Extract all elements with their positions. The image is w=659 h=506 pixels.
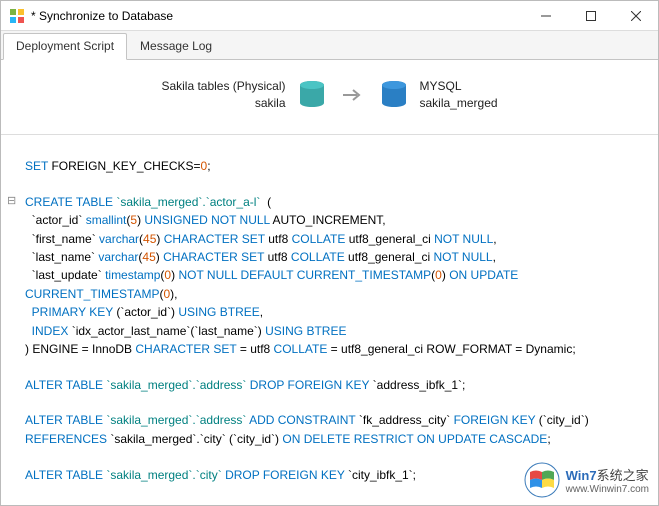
source-schema: sakila (161, 95, 285, 112)
fold-icon[interactable]: ⊟ (7, 194, 16, 210)
target-schema: sakila_merged (420, 95, 498, 112)
close-button[interactable] (613, 1, 658, 30)
sync-diagram: Sakila tables (Physical) sakila MYSQL sa… (1, 60, 658, 134)
watermark-text: Win7系统之家 www.Winwin7.com (566, 465, 649, 495)
maximize-button[interactable] (568, 1, 613, 30)
titlebar: * Synchronize to Database (1, 1, 658, 31)
tab-message-log[interactable]: Message Log (127, 33, 225, 59)
watermark-brand2: 系统之家 (597, 468, 649, 483)
tab-deployment-script[interactable]: Deployment Script (3, 33, 127, 60)
target-name: MYSQL (420, 78, 498, 95)
target-db-label: MYSQL sakila_merged (420, 78, 498, 112)
tab-bar: Deployment Script Message Log (1, 31, 658, 60)
app-icon (9, 8, 25, 24)
window-title: * Synchronize to Database (31, 9, 523, 23)
sql-editor[interactable]: SET FOREIGN_KEY_CHECKS=0; ⊟CREATE TABLE … (1, 135, 658, 483)
watermark-url: www.Winwin7.com (566, 484, 649, 495)
arrow-right-icon (342, 87, 364, 103)
tab-label: Deployment Script (16, 39, 114, 53)
target-db-block: MYSQL sakila_merged (380, 78, 498, 112)
source-db-label: Sakila tables (Physical) sakila (161, 78, 285, 112)
minimize-button[interactable] (523, 1, 568, 30)
watermark: Win7系统之家 www.Winwin7.com (524, 462, 649, 498)
tab-label: Message Log (140, 39, 212, 53)
watermark-brand: Win7 (566, 468, 597, 483)
database-icon (380, 80, 408, 110)
database-icon (298, 80, 326, 110)
source-db-block: Sakila tables (Physical) sakila (161, 78, 325, 112)
windows-logo-icon (524, 462, 560, 498)
source-name: Sakila tables (Physical) (161, 78, 285, 95)
